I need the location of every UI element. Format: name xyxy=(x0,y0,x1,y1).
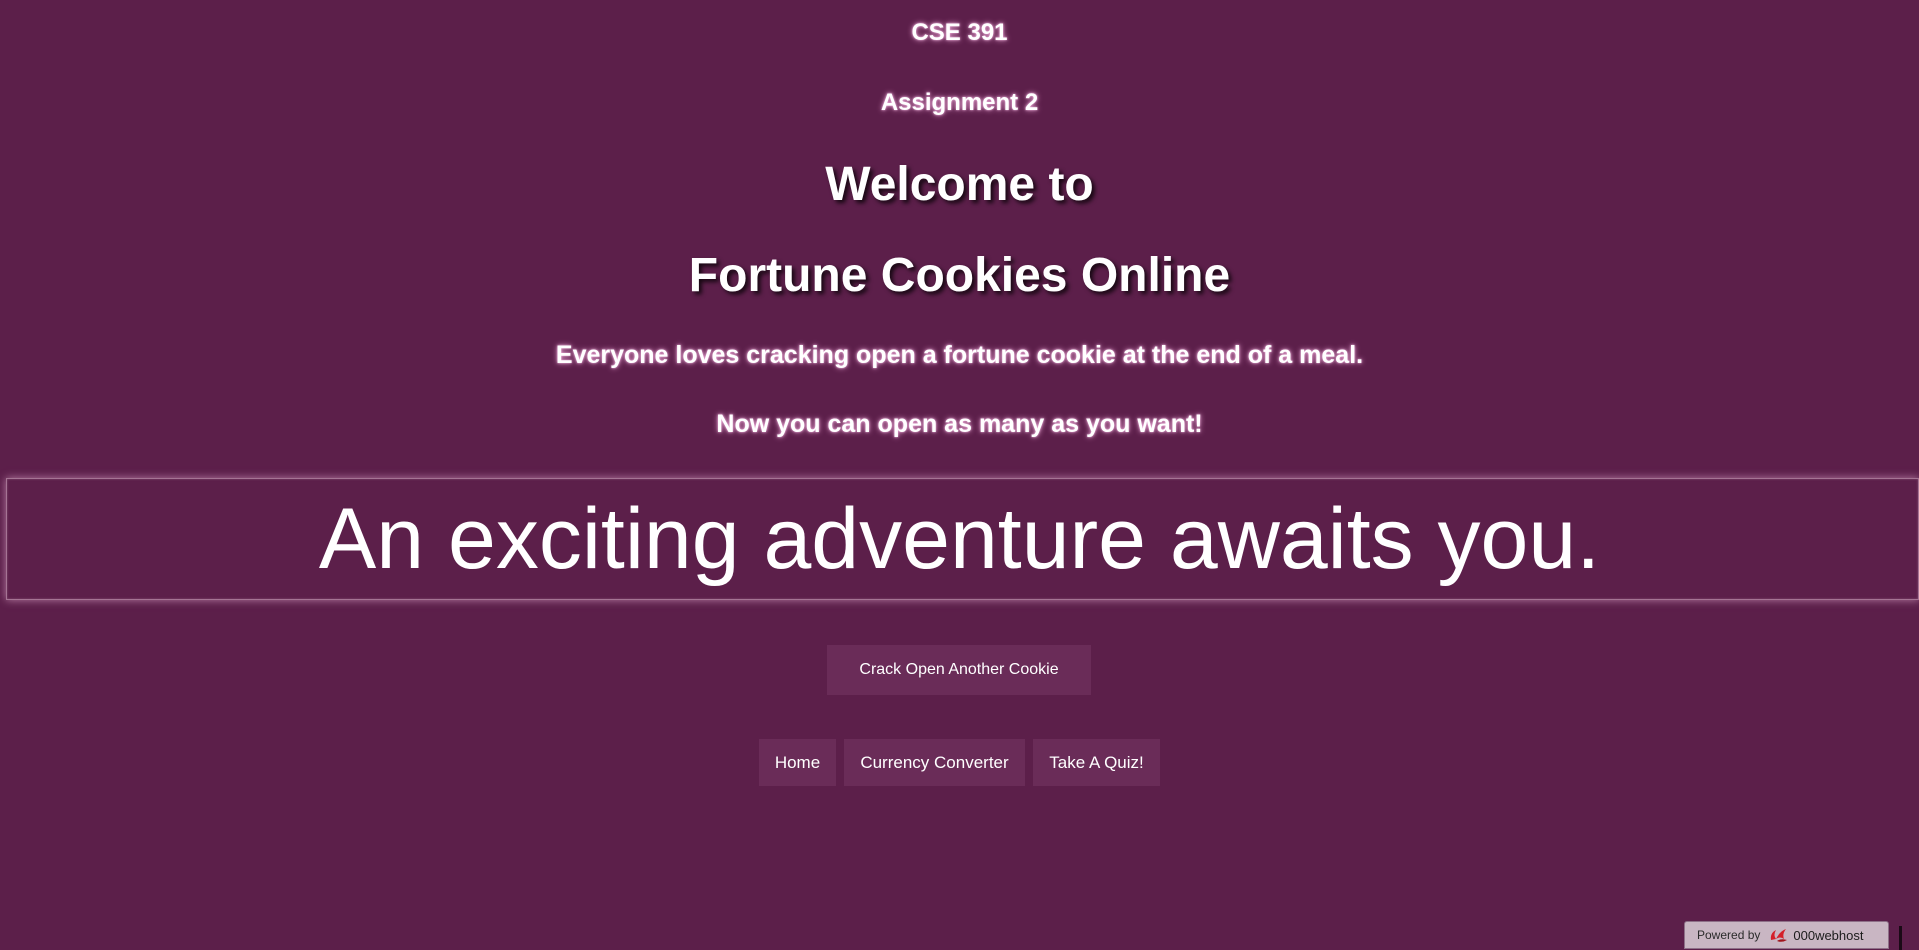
site-title: Fortune Cookies Online xyxy=(688,249,1231,302)
nav-home-button[interactable]: Home xyxy=(759,739,836,786)
nav-currency-converter-button[interactable]: Currency Converter xyxy=(844,739,1025,786)
course-heading: CSE 391 xyxy=(911,19,1008,46)
nav-take-quiz-button[interactable]: Take A Quiz! xyxy=(1033,739,1160,786)
assignment-heading: Assignment 2 xyxy=(880,89,1039,116)
brand-name: 000webhost xyxy=(1793,927,1864,943)
000webhost-logo-icon xyxy=(1768,925,1790,945)
tagline-secondary: Now you can open as many as you want! xyxy=(716,410,1203,438)
page: CSE 391 Assignment 2 Welcome to Fortune … xyxy=(0,0,1919,950)
powered-by-label: Powered by xyxy=(1697,928,1761,942)
welcome-heading: Welcome to xyxy=(825,158,1094,211)
tagline-primary: Everyone loves cracking open a fortune c… xyxy=(555,341,1364,369)
powered-by-badge[interactable]: Powered by 000webhost xyxy=(1684,921,1889,949)
crack-open-cookie-button[interactable]: Crack Open Another Cookie xyxy=(827,645,1091,695)
fortune-text: An exciting adventure awaits you. xyxy=(318,491,1601,587)
edge-divider xyxy=(1899,926,1902,950)
